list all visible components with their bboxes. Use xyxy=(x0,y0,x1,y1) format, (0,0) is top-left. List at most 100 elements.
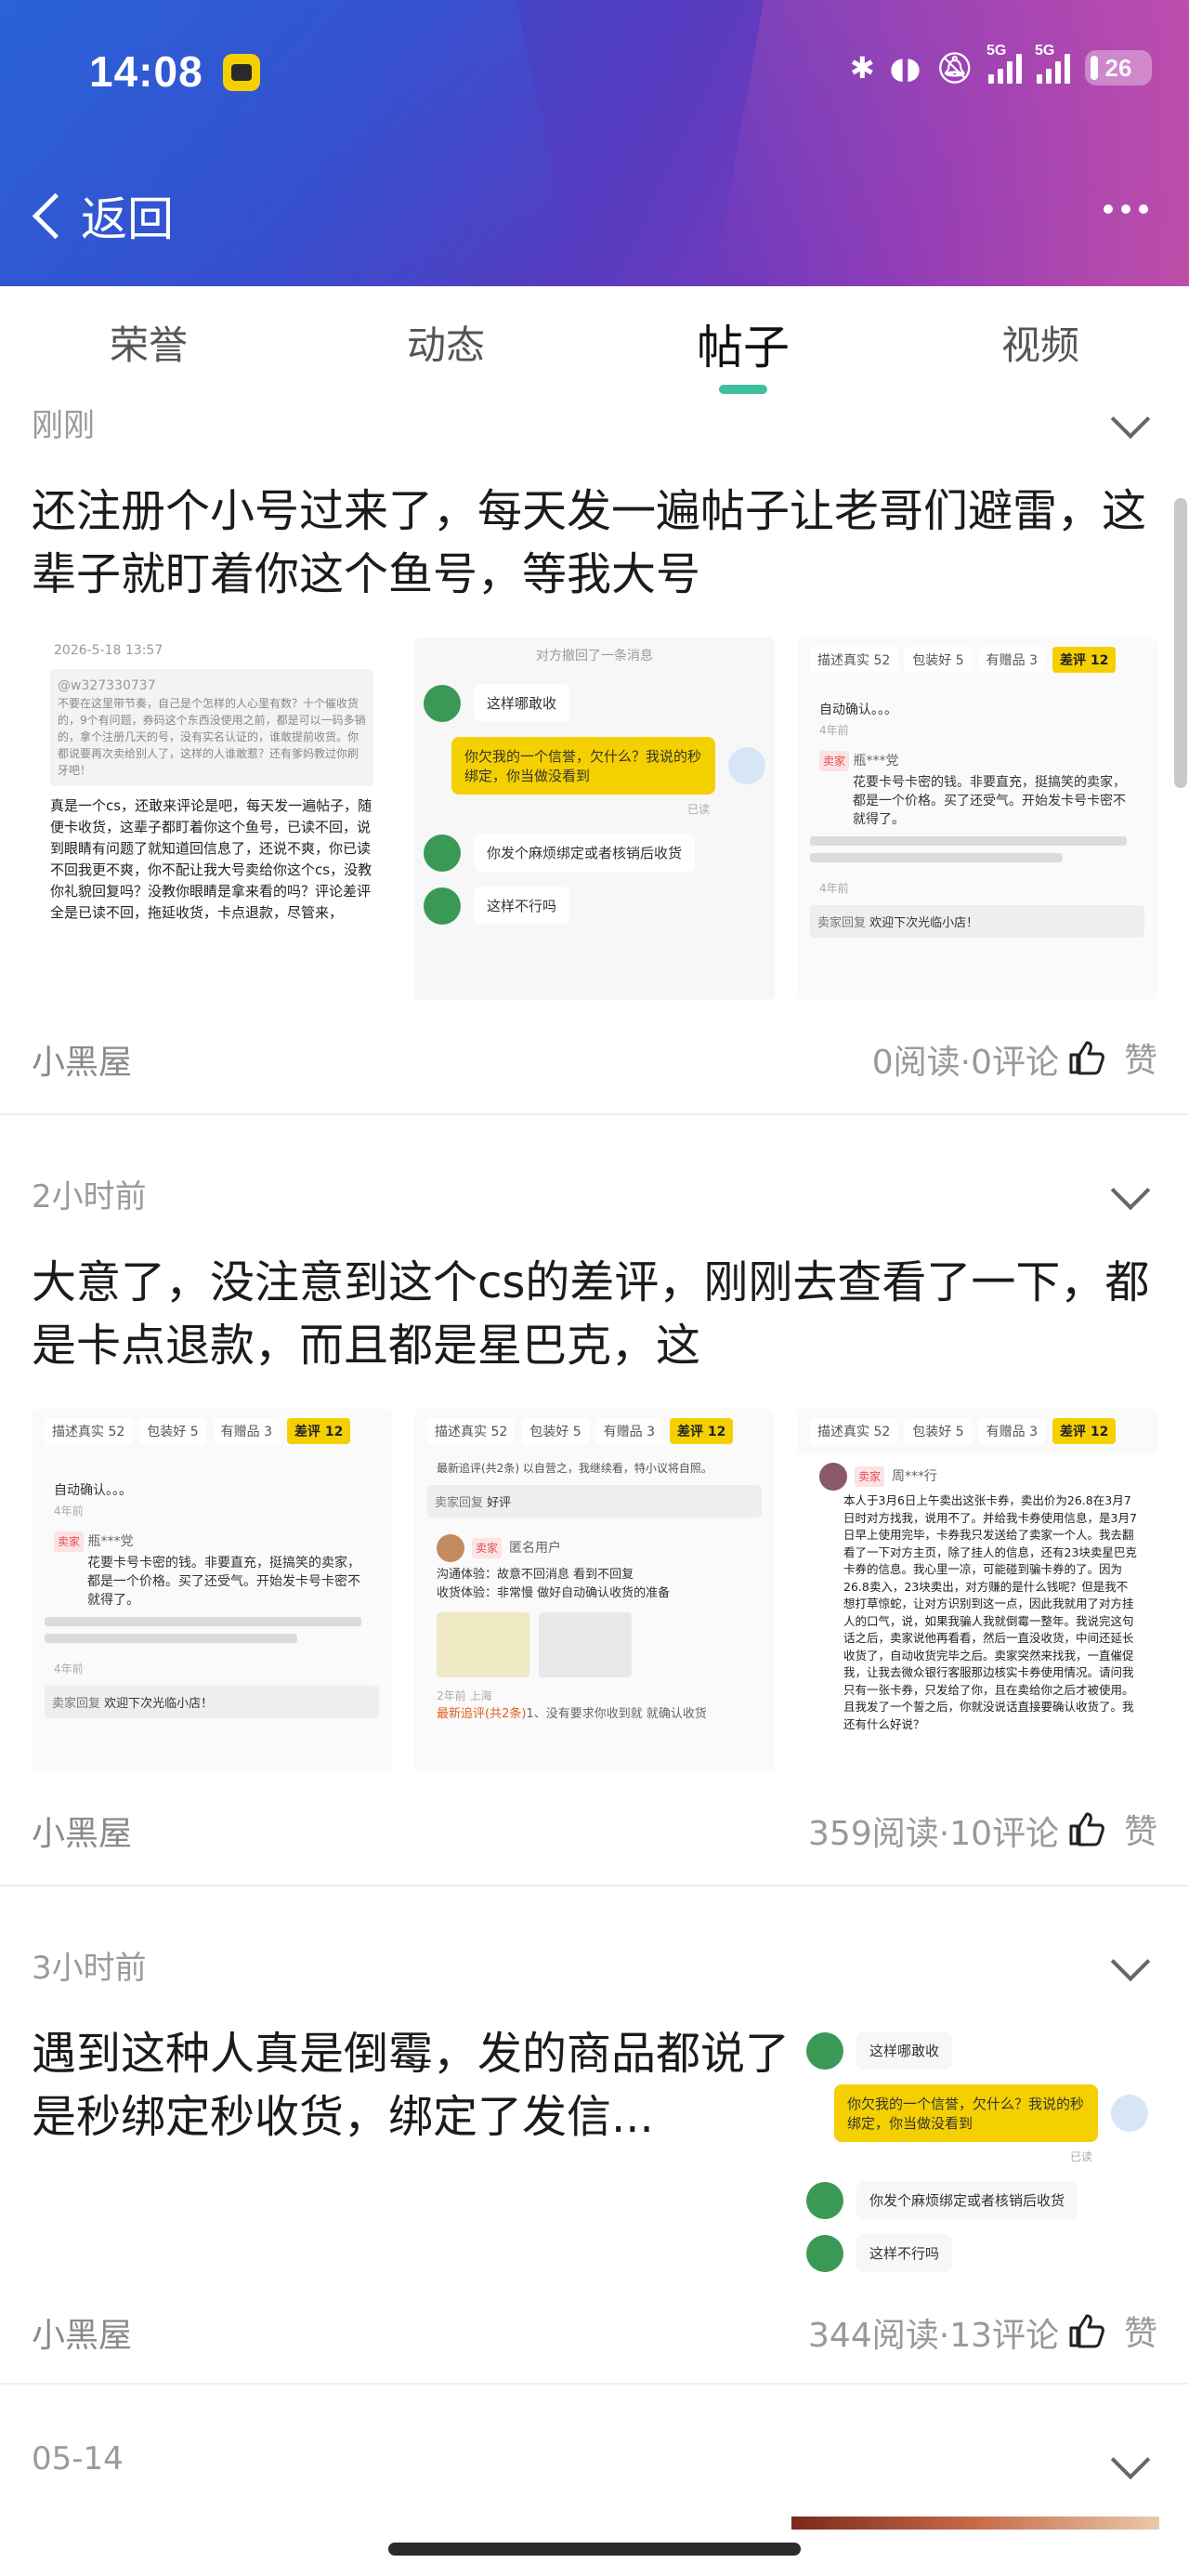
placeholder-line xyxy=(45,1634,297,1643)
avatar xyxy=(806,2181,843,2219)
avatar xyxy=(424,684,461,722)
review-tags: 描述真实 52 包装好 5 有赠品 3 差评 12 xyxy=(32,1409,392,1453)
battery-icon: 26 xyxy=(1085,50,1152,85)
review-text: 最新追评(共2条) 以自营之，我继续看，特小议将自照。 xyxy=(437,1462,712,1475)
chat-row: 这样哪敢收 xyxy=(806,2031,1148,2070)
post-image[interactable]: 2026-5-18 13:57 @w327330737 不要在这里带节奏，自己是… xyxy=(32,637,392,1000)
battery-level: 26 xyxy=(1104,53,1132,82)
seller-tag: 卖家 xyxy=(855,1466,885,1487)
like-label: 赞 xyxy=(1123,2315,1157,2353)
chevron-down-icon[interactable] xyxy=(1110,1170,1151,1211)
back-button[interactable]: 返回 xyxy=(28,182,174,249)
chevron-down-icon[interactable] xyxy=(1110,2439,1151,2480)
reviewer-name: 瓶***党 xyxy=(87,1534,134,1549)
seller-tag: 卖家 xyxy=(472,1538,503,1558)
thumbs-up-icon xyxy=(1069,2314,1104,2348)
avatar xyxy=(424,887,461,925)
tag: 包装好 5 xyxy=(139,1418,206,1444)
review-text: 1、没有要求你收到就 就确认收货 xyxy=(526,1707,707,1721)
like-label: 赞 xyxy=(1123,1813,1157,1851)
chat-message: 你欠我的一个信誉，欠什么？我说的秒绑定，你当做没看到 xyxy=(451,737,715,795)
chevron-down-icon[interactable] xyxy=(1110,1941,1151,1982)
chat-message: 你欠我的一个信誉，欠什么？我说的秒绑定，你当做没看到 xyxy=(834,2084,1098,2142)
chat-row: 这样不行吗 xyxy=(806,2234,1148,2272)
review-text: 自动确认。。。 xyxy=(54,1483,132,1498)
review-text: 本人于3月6日上午卖出这张卡券，卖出价为26.8在3月7日时对方找我，说用不了。… xyxy=(843,1493,1137,1731)
tab-indicator xyxy=(719,385,767,394)
seller-reply: 卖家回复 欢迎下次光临小店！ xyxy=(810,905,1144,938)
review-time: 4年前 xyxy=(54,1663,84,1676)
review-time: 4年前 xyxy=(54,1505,84,1518)
tag: 有赠品 3 xyxy=(978,1418,1045,1444)
review-text: 花要卡号卡密的钱。非要直充，挺搞笑的卖家，都是一个价格。买了还受气。开始发卡号卡… xyxy=(853,775,1126,827)
reviewer-name: 周***行 xyxy=(892,1469,938,1484)
post-title[interactable]: 遇到这种人真是倒霉，发的商品都说了是秒绑定秒收货，绑定了发信... xyxy=(32,2022,799,2149)
post-image[interactable] xyxy=(791,2517,1159,2530)
tag: 描述真实 52 xyxy=(810,647,898,673)
tag: 描述真实 52 xyxy=(427,1418,516,1444)
tab-posts[interactable]: 帖子 xyxy=(697,310,790,377)
chat-row: 你欠我的一个信誉，欠什么？我说的秒绑定，你当做没看到 xyxy=(424,737,765,795)
divider xyxy=(0,2383,1189,2385)
post-stats: 0阅读·0评论 xyxy=(871,1044,1059,1082)
image-body-text: 真是一个cs，还敢来评论是吧，每天发一遍帖子，随便卡收货，这辈子都盯着你这个鱼号… xyxy=(50,797,372,921)
scrollbar[interactable] xyxy=(1174,498,1187,788)
tab-activity[interactable]: 动态 xyxy=(407,314,485,371)
tab-videos[interactable]: 视频 xyxy=(1001,314,1079,371)
review-photo xyxy=(539,1612,632,1677)
seller-reply: 卖家回复 好评 xyxy=(427,1485,762,1518)
seller-reply: 卖家回复 欢迎下次光临小店！ xyxy=(45,1686,379,1718)
chat-message: 这样哪敢收 xyxy=(856,2031,953,2070)
post-author[interactable]: 小黑屋 xyxy=(32,2308,132,2357)
post-image[interactable]: 描述真实 52 包装好 5 有赠品 3 差评 12 自动确认。。。 4年前 卖家… xyxy=(32,1409,392,1771)
tab-honor[interactable]: 荣誉 xyxy=(110,314,188,371)
signal-icon-2: 5G xyxy=(1035,43,1070,84)
review-text: 花要卡号卡密的钱。非要直充，挺搞笑的卖家，都是一个价格。买了还受气。开始发卡号卡… xyxy=(87,1556,360,1608)
post-image[interactable]: 描述真实 52 包装好 5 有赠品 3 差评 12 自动确认。。。 4年前 卖家… xyxy=(797,637,1157,1000)
chat-message: 这样不行吗 xyxy=(474,887,570,925)
post-image[interactable]: 描述真实 52 包装好 5 有赠品 3 差评 12 卖家 周***行 本人于3月… xyxy=(797,1409,1157,1771)
avatar xyxy=(806,2031,843,2070)
post-image[interactable]: 描述真实 52 包装好 5 有赠品 3 差评 12 最新追评(共2条) 以自营之… xyxy=(414,1409,775,1771)
chat-message: 这样不行吗 xyxy=(856,2234,953,2272)
tag: 描述真实 52 xyxy=(45,1418,133,1444)
signal-icon-1: 5G xyxy=(986,43,1022,84)
chevron-down-icon[interactable] xyxy=(1110,399,1151,440)
chat-row: 这样哪敢收 xyxy=(424,684,765,722)
post-author[interactable]: 小黑屋 xyxy=(32,1807,132,1855)
post-stats: 359阅读·10评论 xyxy=(808,1815,1059,1853)
tag-negative: 差评 12 xyxy=(1052,647,1117,673)
tag: 有赠品 3 xyxy=(978,647,1045,673)
like-button[interactable]: 赞 xyxy=(1068,1805,1157,1853)
status-icons: ✱ ◖◗ 🔕︎ 5G 5G 26 xyxy=(850,43,1152,85)
tag: 包装好 5 xyxy=(905,1418,972,1444)
review-time: 2年前 上海 xyxy=(437,1689,492,1702)
post-title[interactable]: 大意了，没注意到这个cs的差评，刚刚去查看了一下，都是卡点退款，而且都是星巴克，… xyxy=(32,1251,1152,1377)
seller-tag: 卖家 xyxy=(54,1531,85,1552)
post-author[interactable]: 小黑屋 xyxy=(32,1035,132,1084)
chat-message: 你发个麻烦绑定或者核销后收货 xyxy=(856,2181,1078,2219)
reviewer-name: 瓶***党 xyxy=(853,754,899,769)
tag: 描述真实 52 xyxy=(810,1418,898,1444)
post-image[interactable]: 对方撤回了一条消息 这样哪敢收 你欠我的一个信誉，欠什么？我说的秒绑定，你当做没… xyxy=(414,637,775,1000)
chat-row: 你发个麻烦绑定或者核销后收货 xyxy=(424,834,765,872)
tab-bar: 荣誉 动态 帖子 视频 xyxy=(0,286,1189,394)
like-button[interactable]: 赞 xyxy=(1068,2307,1157,2355)
mute-icon: 🔕︎ xyxy=(935,50,973,85)
thumbs-up-icon xyxy=(1069,1812,1104,1847)
review-tags: 描述真实 52 包装好 5 有赠品 3 差评 12 xyxy=(414,1409,775,1453)
top-header: 14:08 ✱ ◖◗ 🔕︎ 5G 5G 26 返回 xyxy=(0,0,1189,286)
review-text: 沟通体验：故意不回消息 看到不回复 xyxy=(437,1568,634,1582)
tag-negative: 差评 12 xyxy=(1052,1418,1117,1444)
chat-row: 这样不行吗 xyxy=(424,887,765,925)
post-time: 2小时前 xyxy=(32,1178,147,1216)
home-indicator[interactable] xyxy=(388,2543,801,2556)
more-dots-icon[interactable] xyxy=(1104,204,1148,214)
tag: 包装好 5 xyxy=(905,647,972,673)
like-button[interactable]: 赞 xyxy=(1068,1033,1157,1082)
latest-followup: 最新追评(共2条) xyxy=(437,1707,527,1721)
post-title[interactable]: 还注册个小号过来了，每天发一遍帖子让老哥们避雷，这辈子就盯着你这个鱼号，等我大号 xyxy=(32,480,1152,606)
avatar xyxy=(819,1463,847,1491)
review-tags: 描述真实 52 包装好 5 有赠品 3 差评 12 xyxy=(797,1409,1157,1453)
chat-message: 这样哪敢收 xyxy=(474,684,570,722)
